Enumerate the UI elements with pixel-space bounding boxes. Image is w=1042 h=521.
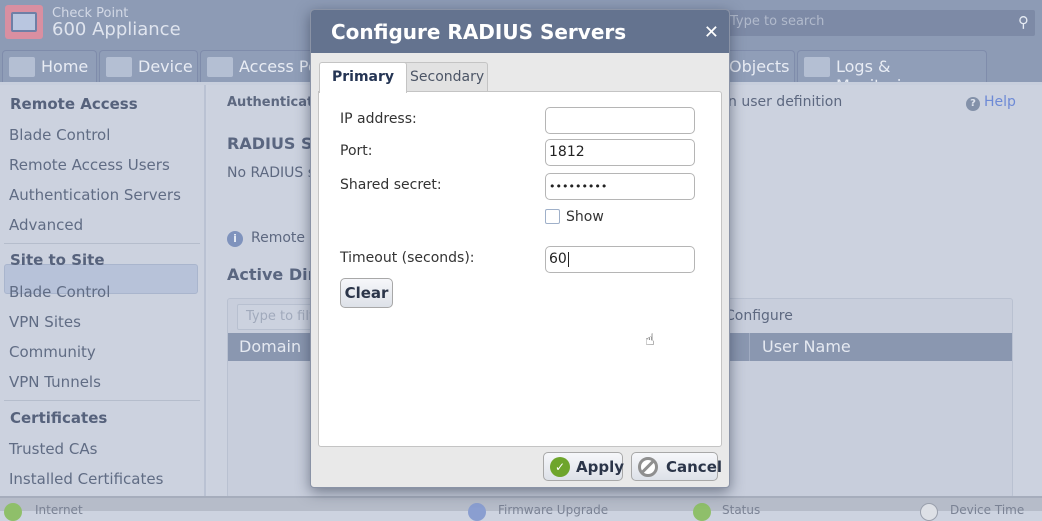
- hand-cursor-icon: ☝: [645, 330, 655, 349]
- device-icon: [106, 57, 132, 77]
- shared-secret-label: Shared secret:: [340, 177, 442, 193]
- status-status[interactable]: Status: [722, 503, 760, 517]
- firmware-icon: [468, 503, 486, 521]
- tab-primary[interactable]: Primary: [319, 62, 408, 93]
- sidebar-item-s2s-blade-control[interactable]: Blade Control: [9, 283, 110, 301]
- sidebar-item-authentication-servers[interactable]: Authentication Servers: [9, 186, 181, 204]
- nav-tab-home[interactable]: Home: [2, 50, 97, 82]
- sidebar-item-vpn-tunnels[interactable]: VPN Tunnels: [9, 373, 101, 391]
- configure-button[interactable]: Configure: [725, 308, 793, 324]
- column-header-domain[interactable]: Domain: [239, 337, 301, 356]
- cancel-button[interactable]: Cancel: [631, 452, 722, 481]
- primary-panel: IP address: Port: 1812 Shared secret: ••…: [318, 91, 722, 447]
- tab-secondary[interactable]: Secondary: [397, 62, 488, 92]
- page-description: n user definition: [728, 94, 843, 110]
- configure-radius-dialog: Configure RADIUS Servers ✕ Primary Secon…: [310, 9, 730, 488]
- sidebar-section-site-to-site: Site to Site: [10, 251, 105, 269]
- help-icon: ?: [966, 97, 980, 111]
- search-placeholder: Type to search: [730, 14, 825, 29]
- clear-button[interactable]: Clear: [340, 278, 393, 308]
- sidebar-divider: [4, 243, 200, 244]
- timeout-label: Timeout (seconds):: [340, 250, 475, 266]
- nav-tab-logs-monitoring[interactable]: Logs & Monitoring: [797, 50, 987, 95]
- dialog-titlebar: Configure RADIUS Servers ✕: [311, 10, 729, 53]
- help-link[interactable]: ? Help: [966, 94, 1016, 111]
- sidebar-item-trusted-cas[interactable]: Trusted CAs: [9, 440, 97, 458]
- info-icon: i: [227, 231, 243, 247]
- info-text: Remote a: [251, 230, 319, 246]
- search-input[interactable]: Type to search ⚲: [700, 10, 1035, 36]
- apply-button[interactable]: ✓ Apply: [543, 452, 624, 481]
- sidebar: Remote Access Blade Control Remote Acces…: [0, 85, 206, 496]
- sidebar-item-vpn-sites[interactable]: VPN Sites: [9, 313, 81, 331]
- column-header-user-name[interactable]: User Name: [762, 337, 851, 356]
- clock-icon: [920, 503, 938, 521]
- sidebar-section-remote-access: Remote Access: [10, 95, 138, 113]
- access-policy-icon: [207, 57, 233, 77]
- sidebar-item-advanced[interactable]: Advanced: [9, 216, 83, 234]
- appliance-model: 600 Appliance: [52, 19, 181, 40]
- status-bar: Internet Firmware Upgrade Status Device …: [0, 496, 1042, 521]
- show-secret-label[interactable]: Show: [566, 209, 604, 225]
- appliance-logo-icon: [5, 5, 43, 39]
- status-device-time[interactable]: Device Time: [950, 503, 1024, 517]
- search-icon[interactable]: ⚲: [1018, 13, 1029, 31]
- sidebar-divider: [4, 400, 200, 401]
- sidebar-section-certificates: Certificates: [10, 409, 108, 427]
- dialog-title: Configure RADIUS Servers: [331, 20, 627, 44]
- status-internet[interactable]: Internet: [35, 503, 83, 517]
- port-field[interactable]: 1812: [545, 139, 695, 166]
- show-secret-checkbox[interactable]: [545, 209, 560, 224]
- sidebar-item-remote-access-users[interactable]: Remote Access Users: [9, 156, 170, 174]
- internet-status-icon: [4, 503, 22, 521]
- close-icon[interactable]: ✕: [704, 22, 719, 43]
- ip-address-label: IP address:: [340, 111, 417, 127]
- timeout-field[interactable]: 60: [545, 246, 695, 273]
- sidebar-item-community[interactable]: Community: [9, 343, 96, 361]
- column-separator: [749, 333, 750, 361]
- text-caret: [567, 251, 569, 267]
- logs-icon: [804, 57, 830, 77]
- sidebar-item-ra-blade-control[interactable]: Blade Control: [9, 126, 110, 144]
- status-firmware-upgrade[interactable]: Firmware Upgrade: [498, 503, 608, 517]
- home-icon: [9, 57, 35, 77]
- port-label: Port:: [340, 143, 373, 159]
- shared-secret-field[interactable]: •••••••••: [545, 173, 695, 200]
- status-ok-icon: [693, 503, 711, 521]
- check-icon: ✓: [550, 457, 570, 477]
- cancel-icon: [638, 457, 658, 477]
- nav-tab-device[interactable]: Device: [99, 50, 198, 82]
- ip-address-field[interactable]: [545, 107, 695, 134]
- sidebar-item-installed-certificates[interactable]: Installed Certificates: [9, 470, 163, 488]
